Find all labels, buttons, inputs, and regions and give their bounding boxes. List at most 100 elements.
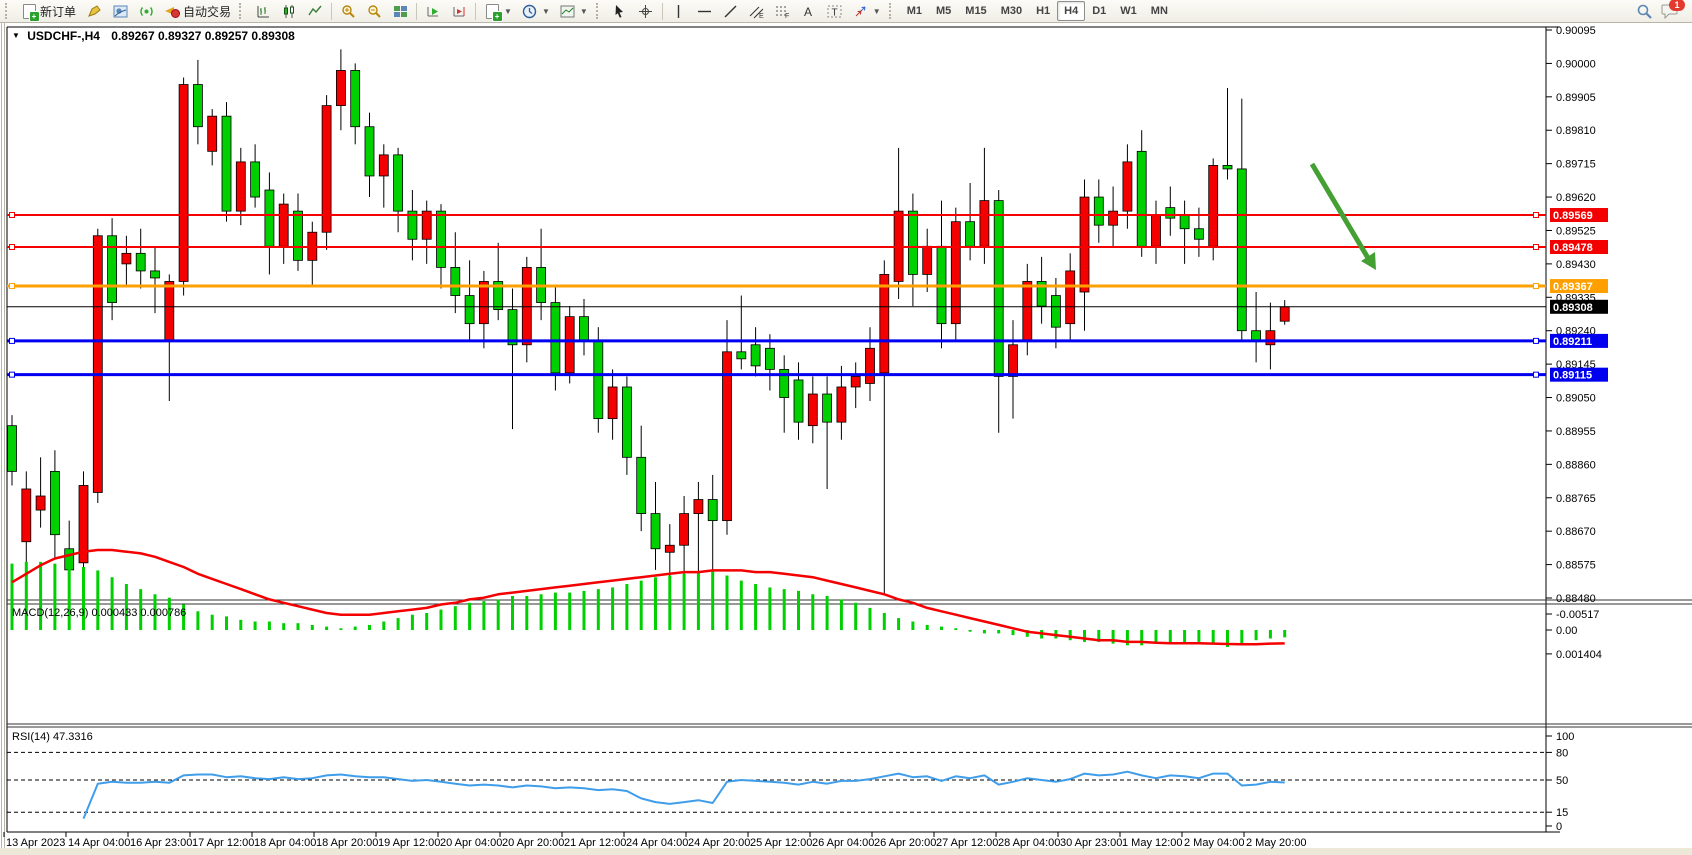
- autoscroll-icon: [425, 3, 441, 19]
- bear-candle: [908, 211, 917, 274]
- price-axis-label: 0.89905: [1556, 92, 1596, 104]
- time-axis-label: 20 Apr 04:00: [440, 837, 502, 849]
- bull-candle: [208, 116, 217, 151]
- price-axis-label: 0.90095: [1556, 25, 1596, 37]
- cursor-icon: [612, 3, 628, 19]
- tile-windows-button[interactable]: [387, 1, 413, 21]
- candlestick-button[interactable]: [276, 1, 302, 21]
- vline-button[interactable]: [666, 1, 692, 21]
- time-axis-label: 24 Apr 04:00: [626, 837, 688, 849]
- signal-button[interactable]: [133, 1, 159, 21]
- price-tag-label: 0.89115: [1553, 370, 1592, 382]
- line-handle[interactable]: [10, 212, 15, 217]
- search-icon[interactable]: [1636, 3, 1652, 19]
- zoom-out-button[interactable]: [361, 1, 387, 21]
- timeframe-M5[interactable]: M5: [929, 1, 958, 21]
- time-axis-label: 16 Apr 23:00: [130, 837, 192, 849]
- timeframe-H4[interactable]: H4: [1057, 1, 1085, 21]
- timeframe-H1[interactable]: H1: [1029, 1, 1057, 21]
- timeframe-MN[interactable]: MN: [1144, 1, 1175, 21]
- bull-candle: [665, 545, 674, 552]
- time-axis-label: 27 Apr 12:00: [936, 837, 998, 849]
- tile-windows-icon: [392, 3, 408, 19]
- line-handle[interactable]: [1534, 245, 1539, 250]
- macd-axis-label: 0.001404: [1556, 649, 1602, 661]
- timeframe-D1[interactable]: D1: [1085, 1, 1113, 21]
- toolbar-grip[interactable]: [239, 3, 247, 19]
- bull-candle: [851, 376, 860, 387]
- styler-button[interactable]: [81, 1, 107, 21]
- chat-icon[interactable]: 1: [1660, 3, 1680, 19]
- timeframe-M1[interactable]: M1: [900, 1, 929, 21]
- zoom-in-button[interactable]: [335, 1, 361, 21]
- line-chart-button[interactable]: [302, 1, 328, 21]
- templates-button[interactable]: ▼: [555, 1, 593, 21]
- bear-candle: [637, 457, 646, 513]
- toolbar-grip[interactable]: [5, 3, 13, 19]
- bear-candle: [765, 348, 774, 369]
- bull-candle: [1266, 331, 1275, 345]
- bull-candle: [279, 204, 288, 246]
- line-handle[interactable]: [10, 245, 15, 250]
- timeframe-M30[interactable]: M30: [994, 1, 1029, 21]
- bear-candle: [737, 352, 746, 359]
- bull-candle: [1009, 345, 1018, 377]
- rsi-axis-label: 0: [1556, 821, 1562, 833]
- bull-candle: [479, 281, 488, 323]
- bear-candle: [823, 394, 832, 422]
- fibo-icon: F: [775, 3, 791, 19]
- periods-button[interactable]: ▼: [517, 1, 555, 21]
- time-axis-label: 24 Apr 20:00: [688, 837, 750, 849]
- bear-candle: [108, 236, 117, 303]
- bear-candle: [151, 271, 160, 278]
- chart-background: [0, 23, 1692, 855]
- toolbar-grip[interactable]: [889, 3, 897, 19]
- candlestick-icon: [281, 3, 297, 19]
- vline-icon: [671, 3, 687, 19]
- cursor-button[interactable]: [607, 1, 633, 21]
- line-handle[interactable]: [1534, 372, 1539, 377]
- bull-candle: [565, 317, 574, 373]
- mt4-window: 0.900950.900000.899050.898100.897150.896…: [0, 0, 1692, 855]
- new-order-button[interactable]: + 新订单: [16, 1, 81, 21]
- bar-chart-button[interactable]: [250, 1, 276, 21]
- autotrading-button[interactable]: 自动交易: [159, 1, 236, 21]
- bull-candle: [179, 85, 188, 282]
- line-handle[interactable]: [1534, 338, 1539, 343]
- line-handle[interactable]: [1534, 212, 1539, 217]
- price-axis-label: 0.88765: [1556, 493, 1596, 505]
- timeframe-W1[interactable]: W1: [1113, 1, 1144, 21]
- text-button[interactable]: A: [796, 1, 822, 21]
- autoscroll-button[interactable]: [420, 1, 446, 21]
- indicators-button[interactable]: + ▼: [479, 1, 517, 21]
- trendline-button[interactable]: [718, 1, 744, 21]
- arrows-button[interactable]: ▼: [848, 1, 886, 21]
- text-label-button[interactable]: T: [822, 1, 848, 21]
- line-handle[interactable]: [10, 284, 15, 289]
- hline-button[interactable]: [692, 1, 718, 21]
- line-handle[interactable]: [1534, 284, 1539, 289]
- toolbar-grip[interactable]: [596, 3, 604, 19]
- price-axis-label: 0.90000: [1556, 58, 1596, 70]
- channel-button[interactable]: E: [744, 1, 770, 21]
- timeframe-M15[interactable]: M15: [958, 1, 993, 21]
- trendline-icon: [723, 3, 739, 19]
- crosshair-button[interactable]: [633, 1, 659, 21]
- chart-shift-button[interactable]: [446, 1, 472, 21]
- notification-badge: 1: [1669, 0, 1685, 11]
- time-axis-label: 2 May 20:00: [1246, 837, 1307, 849]
- price-axis-label: 0.88575: [1556, 560, 1596, 572]
- bull-candle: [22, 489, 31, 542]
- svg-text:E: E: [759, 13, 764, 19]
- bear-candle: [193, 85, 202, 127]
- bear-candle: [451, 267, 460, 295]
- line-handle[interactable]: [10, 338, 15, 343]
- bull-candle: [923, 246, 932, 274]
- charts-window-button[interactable]: [107, 1, 133, 21]
- time-axis-label: 2 May 04:00: [1184, 837, 1245, 849]
- autotrading-icon: [164, 3, 180, 19]
- price-axis-label: 0.89715: [1556, 159, 1596, 171]
- chevron-down-icon: ▼: [504, 7, 512, 16]
- fibo-button[interactable]: F: [770, 1, 796, 21]
- line-handle[interactable]: [10, 372, 15, 377]
